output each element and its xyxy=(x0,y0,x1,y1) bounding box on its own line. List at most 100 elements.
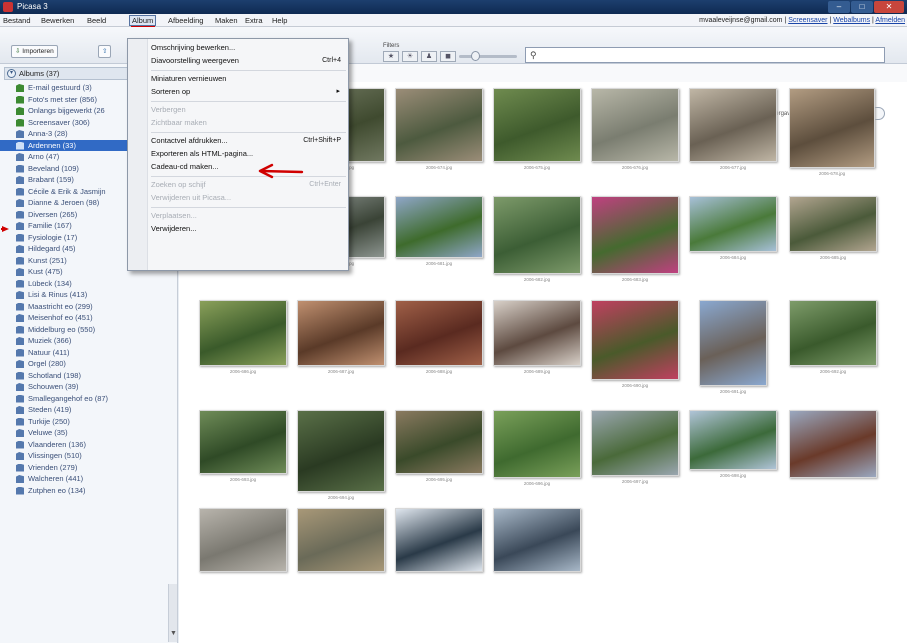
sidebar-album-item[interactable]: Turkije (250) xyxy=(0,416,170,428)
sign-out-link[interactable]: Afmelden xyxy=(875,17,905,24)
menu-album[interactable]: Album xyxy=(129,15,157,26)
photo-thumbnail[interactable]: 2006-685.jpg xyxy=(789,196,877,262)
photo-thumbnail[interactable]: 2006-697.jpg xyxy=(591,410,679,486)
photo-image xyxy=(493,88,581,162)
album-menu-item[interactable]: Omschrijving bewerken... xyxy=(151,42,346,54)
album-menu-item[interactable]: Exporteren als HTML-pagina... xyxy=(151,148,346,160)
photo-thumbnail[interactable]: 2006-677.jpg xyxy=(689,88,777,172)
photo-thumbnail[interactable]: 2006-676.jpg xyxy=(591,88,679,172)
album-menu-item[interactable]: Miniaturen vernieuwen xyxy=(151,73,346,85)
photo-thumbnail[interactable]: 2006-693.jpg xyxy=(199,410,287,484)
account-email: mvaaleveijnse@gmail.com xyxy=(699,17,783,24)
album-menu-item[interactable]: Verwijderen... xyxy=(151,223,346,235)
filter-sun-icon[interactable]: ☀ xyxy=(402,51,418,62)
album-menu-item[interactable]: Sorteren op ▸ xyxy=(151,86,346,98)
photo-thumbnail[interactable]: 2006-686.jpg xyxy=(199,300,287,376)
menu-bestand[interactable]: Bestand xyxy=(1,15,33,26)
photo-caption: 2006-691.jpg xyxy=(719,389,747,394)
search-box[interactable]: ⚲ xyxy=(525,47,885,63)
photo-thumbnail[interactable]: 2006-695.jpg xyxy=(395,410,483,484)
webalbums-link[interactable]: Webalbums xyxy=(833,17,870,24)
menu-help[interactable]: Help xyxy=(270,15,289,26)
menu-maken[interactable]: Maken xyxy=(213,15,240,26)
sidebar-album-item[interactable]: Vrienden (279) xyxy=(0,462,170,474)
collapse-icon[interactable]: ▾ xyxy=(7,69,16,78)
album-icon xyxy=(16,325,24,334)
menu-extra[interactable]: Extra xyxy=(243,15,265,26)
photo-thumbnail[interactable] xyxy=(493,508,581,582)
screensaver-link[interactable]: Screensaver xyxy=(788,17,827,24)
photo-thumbnail[interactable]: 2006-683.jpg xyxy=(591,196,679,284)
upload-button[interactable]: ⇧ xyxy=(98,45,112,58)
photo-thumbnail[interactable]: 2006-694.jpg xyxy=(297,410,385,502)
photo-thumbnail[interactable]: 2006-692.jpg xyxy=(789,300,877,376)
filter-slider-track[interactable] xyxy=(459,55,517,58)
album-icon xyxy=(16,371,24,380)
album-menu-item[interactable]: Contactvel afdrukken... Ctrl+Shift+P xyxy=(151,135,346,147)
photo-thumbnail[interactable]: 2006-684.jpg xyxy=(689,196,777,262)
sidebar-album-item[interactable]: Schouwen (39) xyxy=(0,381,170,393)
title-bar[interactable]: Picasa 3 – □ ✕ xyxy=(0,0,907,14)
scroll-down-icon[interactable]: ▼ xyxy=(169,630,178,637)
sidebar-album-item[interactable]: Zutphen eo (134) xyxy=(0,485,170,497)
photo-thumbnail[interactable]: 2006-690.jpg xyxy=(591,300,679,390)
photo-thumbnail[interactable]: 2006-678.jpg xyxy=(789,88,875,178)
search-input[interactable] xyxy=(544,50,874,61)
menu-bewerken[interactable]: Bewerken xyxy=(39,15,76,26)
maximize-button[interactable]: □ xyxy=(851,1,873,13)
photo-thumbnail[interactable] xyxy=(199,508,287,582)
sidebar-album-item[interactable]: Vlissingen (510) xyxy=(0,450,170,462)
sidebar-scrollbar[interactable]: ▼ xyxy=(168,584,177,642)
filter-slider-knob[interactable] xyxy=(471,51,480,61)
sidebar-album-item[interactable]: Walcheren (441) xyxy=(0,473,170,485)
photo-thumbnail[interactable] xyxy=(297,508,385,582)
photo-thumbnail[interactable]: 2006-675.jpg xyxy=(493,88,581,172)
photo-thumbnail[interactable]: 2006-691.jpg xyxy=(699,300,767,396)
album-icon xyxy=(16,268,24,276)
menu-separator xyxy=(151,70,346,71)
filter-star-icon[interactable]: ★ xyxy=(383,51,399,62)
photo-thumbnail[interactable]: 2006-696.jpg xyxy=(493,410,581,488)
sidebar-album-item[interactable]: Middelburg eo (550) xyxy=(0,324,170,336)
minimize-button[interactable]: – xyxy=(828,1,850,13)
photo-thumbnail[interactable]: 2006-687.jpg xyxy=(297,300,385,376)
photo-thumbnail[interactable]: 2006-698.jpg xyxy=(689,410,777,480)
album-icon xyxy=(16,463,24,472)
photo-image xyxy=(297,300,385,366)
photo-thumbnail[interactable] xyxy=(395,508,483,582)
window-title: Picasa 3 xyxy=(17,2,48,11)
menu-beeld[interactable]: Beeld xyxy=(85,15,108,26)
photo-caption: 2006-697.jpg xyxy=(621,479,649,484)
sidebar-album-item[interactable]: Veluwe (35) xyxy=(0,427,170,439)
album-menu-item: Verplaatsen... xyxy=(151,210,346,222)
photo-thumbnail[interactable]: 2006-681.jpg xyxy=(395,196,483,268)
album-icon xyxy=(16,314,24,322)
sidebar-album-item[interactable]: Orgel (280) xyxy=(0,358,170,370)
sidebar-album-item[interactable]: Lübeck (134) xyxy=(0,278,170,290)
sidebar-album-item[interactable]: Smallegangehof eo (87) xyxy=(0,393,170,405)
filters-label: Filters xyxy=(383,43,400,49)
album-menu-item[interactable]: Diavoorstelling weergeven Ctrl+4 xyxy=(151,55,346,67)
photo-thumbnail[interactable] xyxy=(789,410,877,488)
menu-item-label: Omschrijving bewerken... xyxy=(151,43,236,52)
album-menu-item: Zoeken op schijf Ctrl+Enter xyxy=(151,179,346,191)
photo-thumbnail[interactable]: 2006-674.jpg xyxy=(395,88,483,172)
filter-video-icon[interactable]: ◼ xyxy=(440,51,456,62)
photo-thumbnail[interactable]: 2006-688.jpg xyxy=(395,300,483,376)
sidebar-album-item[interactable]: Vlaanderen (136) xyxy=(0,439,170,451)
photo-image xyxy=(699,300,767,386)
close-button[interactable]: ✕ xyxy=(874,1,904,13)
photo-thumbnail[interactable]: 2006-689.jpg xyxy=(493,300,581,376)
filter-person-icon[interactable]: ♟ xyxy=(421,51,437,62)
sidebar-album-item[interactable]: Meisenhof eo (451) xyxy=(0,312,170,324)
sidebar-album-item[interactable]: Maastricht eo (299) xyxy=(0,301,170,313)
import-button[interactable]: ⇩ Importeren xyxy=(11,45,58,58)
menu-afbeelding[interactable]: Afbeelding xyxy=(166,15,205,26)
sidebar-album-item[interactable]: Lisi & Rinus (413) xyxy=(0,289,170,301)
sidebar-album-item[interactable]: Natuur (411) xyxy=(0,347,170,359)
album-menu-item[interactable]: Cadeau-cd maken... xyxy=(151,161,346,173)
sidebar-album-item[interactable]: Muziek (366) xyxy=(0,335,170,347)
sidebar-album-item[interactable]: Schotland (198) xyxy=(0,370,170,382)
photo-thumbnail[interactable]: 2006-682.jpg xyxy=(493,196,581,284)
sidebar-album-item[interactable]: Steden (419) xyxy=(0,404,170,416)
